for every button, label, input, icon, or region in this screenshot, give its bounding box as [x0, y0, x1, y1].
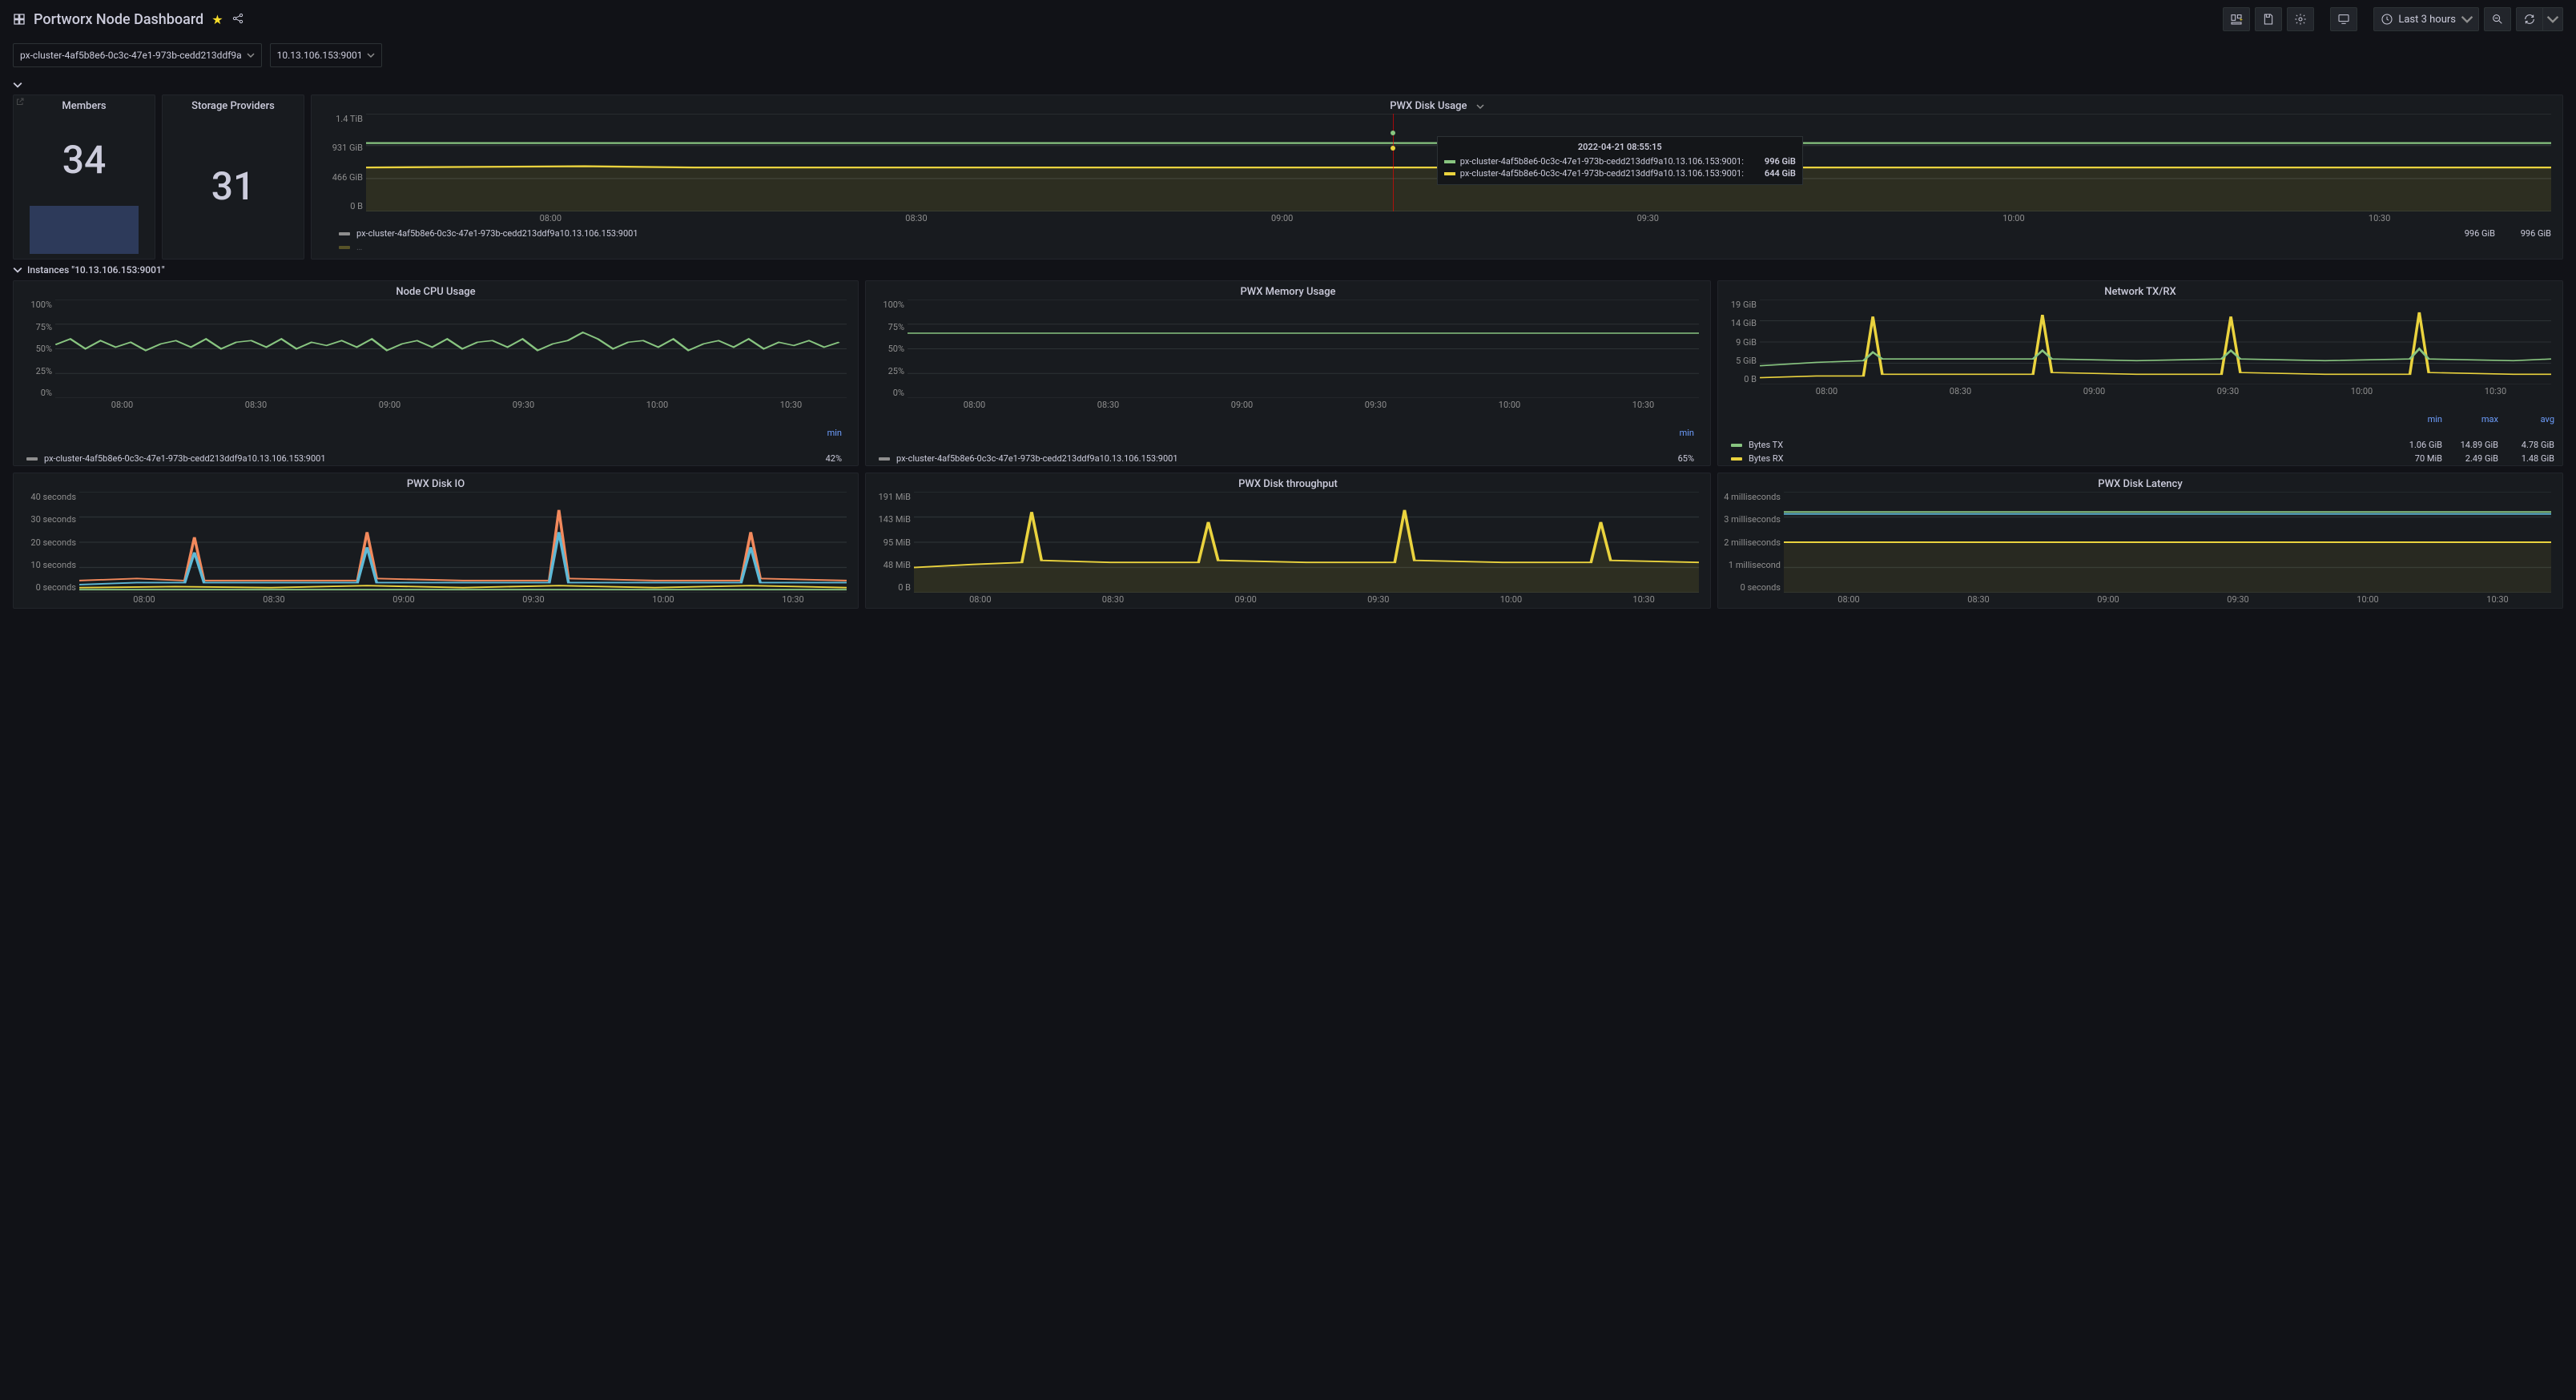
legend-min[interactable]: min	[786, 428, 842, 438]
providers-panel[interactable]: Storage Providers 31	[162, 95, 304, 259]
members-panel[interactable]: Members 34	[13, 95, 155, 259]
cluster-selector[interactable]: px-cluster-4af5b8e6-0c3c-47e1-973b-cedd2…	[13, 43, 262, 67]
cpu-plot[interactable]	[55, 300, 847, 398]
instance-value: 10.13.106.153:9001	[277, 50, 363, 61]
refresh-button[interactable]	[2516, 7, 2542, 31]
disk-usage-title: PWX Disk Usage	[1390, 100, 1467, 112]
throughput-plot[interactable]	[914, 492, 1699, 593]
providers-value: 31	[163, 114, 304, 259]
refresh-interval-button[interactable]	[2542, 7, 2563, 31]
diskio-plot[interactable]	[79, 492, 847, 593]
page-title[interactable]: Portworx Node Dashboard	[34, 11, 203, 28]
time-range-label: Last 3 hours	[2398, 14, 2456, 26]
net-legend-tx[interactable]: Bytes TX1.06 GiB14.89 GiB4.78 GiB	[1718, 438, 2562, 452]
cpu-title: Node CPU Usage	[14, 281, 858, 300]
throughput-title: PWX Disk throughput	[866, 473, 1710, 492]
latency-panel[interactable]: PWX Disk Latency 4 milliseconds3 millise…	[1717, 473, 2563, 609]
settings-button[interactable]	[2287, 7, 2314, 31]
variable-row: px-cluster-4af5b8e6-0c3c-47e1-973b-cedd2…	[0, 38, 2576, 78]
svg-text:+: +	[2240, 17, 2243, 23]
diskio-title: PWX Disk IO	[14, 473, 858, 492]
disk-usage-plot[interactable]: 2022-04-21 08:55:15 px-cluster-4af5b8e6-…	[366, 114, 2551, 211]
providers-title: Storage Providers	[163, 95, 304, 114]
memory-title: PWX Memory Usage	[866, 281, 1710, 300]
add-panel-button[interactable]: +	[2223, 7, 2250, 31]
disk-usage-legend-row[interactable]: px-cluster-4af5b8e6-0c3c-47e1-973b-cedd2…	[312, 227, 2562, 240]
members-value: 34	[14, 114, 155, 206]
memory-legend-row[interactable]: px-cluster-4af5b8e6-0c3c-47e1-973b-cedd2…	[866, 452, 1710, 465]
instance-selector[interactable]: 10.13.106.153:9001	[270, 43, 383, 67]
members-title: Members	[14, 95, 155, 114]
cpu-panel[interactable]: Node CPU Usage 100%75%50%25%0% 08:0008:3…	[13, 280, 859, 466]
memory-plot[interactable]	[908, 300, 1699, 398]
star-icon[interactable]: ★	[211, 12, 223, 27]
time-range-button[interactable]: Last 3 hours	[2373, 7, 2479, 31]
disk-usage-panel[interactable]: PWX Disk Usage 1.4 TiB931 GiB466 GiB0 B …	[311, 95, 2563, 259]
network-plot[interactable]	[1760, 300, 2551, 384]
net-legend-rx[interactable]: Bytes RX70 MiB2.49 GiB1.48 GiB	[1718, 452, 2562, 465]
disk-usage-legend-row-hidden: …	[312, 240, 2562, 254]
network-title: Network TX/RX	[1718, 281, 2562, 300]
cpu-yaxis: 100%75%50%25%0%	[17, 300, 55, 398]
row-toggle[interactable]	[0, 78, 2576, 95]
latency-title: PWX Disk Latency	[1718, 473, 2562, 492]
members-bar	[30, 206, 139, 254]
disk-usage-xaxis: 08:0008:3009:0009:3010:0010:30	[312, 211, 2562, 227]
external-link-icon[interactable]	[15, 97, 25, 109]
latency-plot[interactable]	[1784, 492, 2551, 593]
monitor-button[interactable]	[2330, 7, 2357, 31]
header: Portworx Node Dashboard ★ + Last 3 hours	[0, 0, 2576, 38]
disk-usage-tooltip: 2022-04-21 08:55:15 px-cluster-4af5b8e6-…	[1437, 136, 1803, 185]
diskio-panel[interactable]: PWX Disk IO 40 seconds30 seconds20 secon…	[13, 473, 859, 609]
memory-panel[interactable]: PWX Memory Usage 100%75%50%25%0% 08:0008…	[865, 280, 1711, 466]
share-icon[interactable]	[231, 12, 244, 27]
save-button[interactable]	[2255, 7, 2282, 31]
disk-usage-yaxis: 1.4 TiB931 GiB466 GiB0 B	[318, 114, 366, 211]
throughput-panel[interactable]: PWX Disk throughput 191 MiB143 MiB95 MiB…	[865, 473, 1711, 609]
dashboard-grid-icon[interactable]	[13, 13, 26, 26]
network-panel[interactable]: Network TX/RX 19 GiB14 GiB9 GiB5 GiB0 B …	[1717, 280, 2563, 466]
instances-row-title[interactable]: Instances "10.13.106.153:9001"	[0, 259, 2576, 280]
cpu-legend-row[interactable]: px-cluster-4af5b8e6-0c3c-47e1-973b-cedd2…	[14, 452, 858, 465]
zoom-out-button[interactable]	[2484, 7, 2511, 31]
cluster-value: px-cluster-4af5b8e6-0c3c-47e1-973b-cedd2…	[20, 50, 242, 61]
